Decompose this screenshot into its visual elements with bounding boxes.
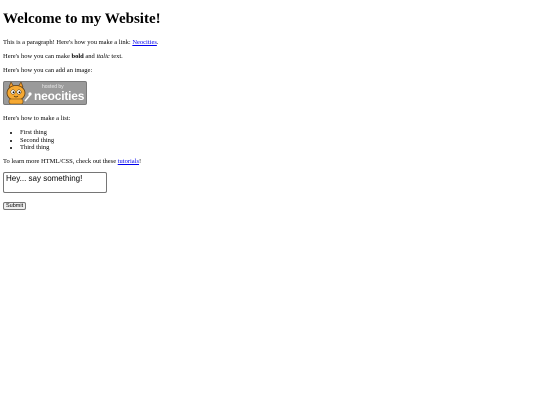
page-content: Welcome to my Website! This is a paragra…	[0, 0, 540, 212]
badge-text: hosted by neocities	[32, 84, 84, 102]
tutorials-link[interactable]: tutorials	[118, 158, 139, 165]
bold-text: bold	[71, 53, 84, 60]
paragraph-suffix: text.	[109, 53, 123, 60]
paragraph-list-intro: Here's how to make a list:	[3, 115, 71, 122]
list-item: Second thing	[20, 137, 537, 145]
list-item: Third thing	[20, 144, 537, 152]
italic-text: italic	[96, 53, 110, 60]
badge-name: neocities	[34, 89, 85, 103]
paragraph-suffix: !	[139, 157, 142, 165]
message-textarea[interactable]: Hey... say something!	[3, 171, 107, 193]
neocities-badge: hosted by neocities	[3, 81, 87, 105]
paragraph-image-intro: Here's how you can add an image:	[3, 67, 93, 74]
paragraph-text: This is a paragraph! Here's how you make…	[3, 39, 133, 46]
submit-button[interactable]: Submit	[3, 201, 27, 210]
paragraph-suffix: .	[156, 39, 159, 46]
example-list: First thing Second thing Third thing	[3, 129, 537, 152]
paragraph-text: Here's how you can make	[3, 53, 72, 60]
paragraph-tutorials: To learn more HTML/CSS, check out these …	[3, 158, 537, 166]
neocities-cat-icon	[6, 82, 32, 104]
paragraph-text: To learn more HTML/CSS, check out these	[3, 157, 118, 165]
page-title: Welcome to my Website!	[3, 11, 161, 27]
paragraph-text: and	[83, 53, 97, 60]
paragraph-formatting: Here's how you can make bold and italic …	[3, 53, 537, 61]
message-form: Hey... say something! Submit	[3, 171, 537, 212]
paragraph-link: This is a paragraph! Here's how you make…	[3, 39, 537, 47]
list-item: First thing	[20, 129, 537, 137]
neocities-link[interactable]: Neocities	[132, 39, 157, 46]
